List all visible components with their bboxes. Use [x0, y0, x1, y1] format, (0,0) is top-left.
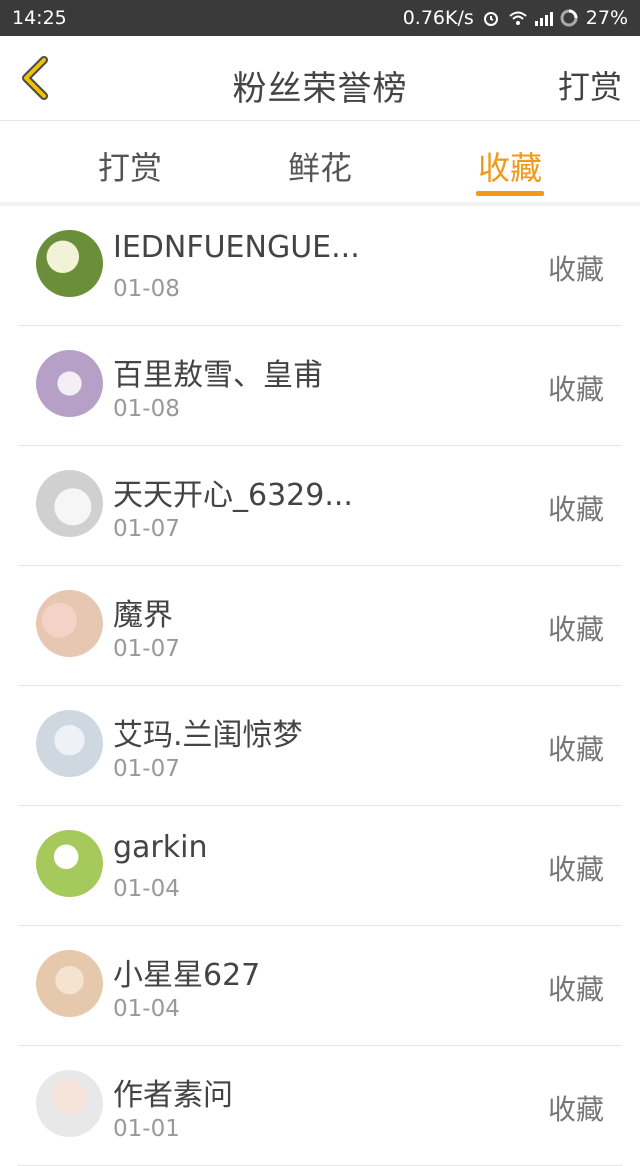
battery-icon	[560, 9, 578, 27]
item-date: 01-04	[113, 876, 180, 902]
item-type: 收藏	[547, 613, 604, 646]
user-name: 百里敖雪、皇甫	[113, 358, 323, 393]
avatar	[36, 830, 103, 897]
tab-bar: 打赏 鲜花 收藏	[0, 121, 640, 203]
item-type: 收藏	[547, 493, 604, 526]
list-item[interactable]: 百里敖雪、皇甫 01-08 收藏	[18, 326, 622, 446]
list-item[interactable]: 天天开心_6329... 01-07 收藏	[18, 446, 622, 566]
fan-list: IEDNFUENGUE... 01-08 收藏 百里敖雪、皇甫 01-08 收藏…	[0, 206, 640, 1166]
tab-reward[interactable]: 打赏	[70, 143, 190, 189]
user-name: 魔界	[113, 598, 173, 633]
item-date: 01-07	[113, 756, 180, 782]
status-right: 0.76K/s 27%	[403, 7, 628, 29]
user-name: 作者素问	[113, 1078, 233, 1113]
user-name: garkin	[113, 830, 208, 865]
battery-level: 27%	[585, 7, 628, 29]
avatar	[36, 710, 103, 777]
list-item[interactable]: 小星星627 01-04 收藏	[18, 926, 622, 1046]
item-date: 01-08	[113, 276, 180, 302]
network-speed: 0.76K/s	[402, 7, 474, 29]
item-date: 01-07	[113, 636, 180, 662]
wifi-icon	[508, 9, 527, 27]
tab-favorites[interactable]: 收藏	[450, 143, 570, 196]
tab-label: 鲜花	[287, 149, 352, 187]
item-type: 收藏	[547, 733, 604, 766]
reward-button[interactable]: 打赏	[558, 62, 622, 108]
tab-flowers[interactable]: 鲜花	[260, 143, 380, 189]
page-title: 粉丝荣誉榜	[232, 69, 408, 109]
list-item[interactable]: IEDNFUENGUE... 01-08 收藏	[18, 206, 622, 326]
status-bar: 14:25 0.76K/s 27%	[0, 0, 640, 36]
list-item[interactable]: 魔界 01-07 收藏	[18, 566, 622, 686]
item-type: 收藏	[547, 973, 604, 1006]
item-date: 01-07	[113, 516, 180, 542]
user-name: 艾玛.兰闺惊梦	[113, 718, 303, 753]
active-tab-indicator	[476, 191, 544, 196]
item-type: 收藏	[547, 373, 604, 406]
app-header: 粉丝荣誉榜 打赏	[0, 36, 640, 121]
list-item[interactable]: 艾玛.兰闺惊梦 01-07 收藏	[18, 686, 622, 806]
list-item[interactable]: garkin 01-04 收藏	[18, 806, 622, 926]
avatar	[36, 1070, 103, 1137]
user-name: 小星星627	[113, 958, 261, 993]
item-date: 01-08	[113, 396, 180, 422]
avatar	[36, 350, 103, 417]
avatar	[36, 590, 103, 657]
avatar	[36, 230, 103, 297]
item-type: 收藏	[547, 853, 604, 886]
avatar	[36, 470, 103, 537]
tab-label: 收藏	[477, 149, 542, 187]
user-name: IEDNFUENGUE...	[113, 230, 360, 265]
user-name: 天天开心_6329...	[113, 478, 353, 513]
item-date: 01-04	[113, 996, 180, 1022]
status-time: 14:25	[12, 7, 67, 29]
avatar	[36, 950, 103, 1017]
tab-label: 打赏	[97, 149, 162, 187]
signal-icon	[534, 9, 553, 27]
item-date: 01-01	[113, 1116, 180, 1142]
alarm-icon	[482, 9, 500, 27]
item-type: 收藏	[547, 253, 604, 286]
item-type: 收藏	[547, 1093, 604, 1126]
list-item[interactable]: 作者素问 01-01 收藏	[18, 1046, 622, 1166]
